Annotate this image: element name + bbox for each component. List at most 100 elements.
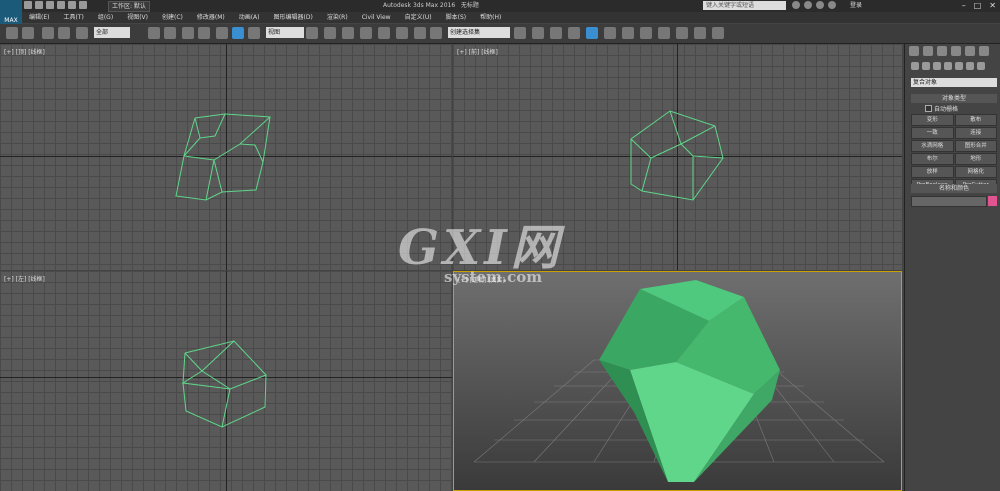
snap-toggle-icon[interactable] [360, 27, 372, 39]
new-file-icon[interactable] [24, 1, 32, 9]
menu-create[interactable]: 创建(C) [155, 12, 190, 23]
category-dropdown[interactable]: 复合对象 [911, 78, 997, 87]
hierarchy-tab-icon[interactable] [937, 46, 947, 56]
scale-icon[interactable] [248, 27, 260, 39]
create-tab-icon[interactable] [909, 46, 919, 56]
viewport-top[interactable]: [+] [顶] [线框] [0, 44, 452, 270]
bind-spacewarp-icon[interactable] [76, 27, 88, 39]
communication-icon[interactable] [816, 1, 824, 9]
link-icon[interactable] [42, 27, 54, 39]
subscription-icon[interactable] [804, 1, 812, 9]
spinner-snap-icon[interactable] [414, 27, 426, 39]
mirror-icon[interactable] [514, 27, 526, 39]
conform-button[interactable]: 一致 [911, 127, 954, 139]
render-production-icon[interactable] [694, 27, 706, 39]
scene-explorer-icon[interactable] [586, 27, 598, 39]
geometry-icon[interactable] [911, 62, 919, 70]
undo-arrow-icon[interactable] [6, 27, 18, 39]
edit-named-selection-icon[interactable] [430, 27, 442, 39]
object-color-swatch[interactable] [988, 196, 997, 206]
curve-editor-icon[interactable] [604, 27, 616, 39]
workspace-dropdown[interactable]: 工作区: 默认 [108, 1, 150, 12]
lights-icon[interactable] [933, 62, 941, 70]
cameras-icon[interactable] [944, 62, 952, 70]
rendered-frame-window-icon[interactable] [676, 27, 688, 39]
maximize-icon[interactable]: □ [974, 1, 982, 10]
minimize-icon[interactable]: – [962, 1, 966, 10]
name-color-rollout[interactable]: 名称和颜色 [911, 184, 997, 193]
object-type-rollout[interactable]: 对象类型 [911, 94, 997, 103]
terrain-button[interactable]: 地形 [954, 153, 997, 165]
align-icon[interactable] [532, 27, 544, 39]
favorites-icon[interactable] [828, 1, 836, 9]
open-file-icon[interactable] [35, 1, 43, 9]
viewport-left[interactable]: [+] [左] [线框] [0, 271, 452, 491]
undo-icon[interactable] [57, 1, 65, 9]
systems-icon[interactable] [977, 62, 985, 70]
mesher-button[interactable]: 网格化 [954, 166, 997, 178]
wireframe-object-top [175, 113, 271, 201]
display-tab-icon[interactable] [965, 46, 975, 56]
search-input[interactable]: 键入关键字或短语 [703, 1, 786, 10]
motion-tab-icon[interactable] [951, 46, 961, 56]
redo-icon[interactable] [68, 1, 76, 9]
rotate-icon[interactable] [232, 27, 244, 39]
layer-manager-icon[interactable] [550, 27, 562, 39]
morph-button[interactable]: 变形 [911, 114, 954, 126]
blobmesh-button[interactable]: 水滴网格 [911, 140, 954, 152]
menu-graph-editors[interactable]: 图形编辑器(D) [267, 12, 320, 23]
menu-tools[interactable]: 工具(T) [56, 12, 90, 23]
selection-filter-dropdown[interactable]: 全部 [94, 27, 130, 38]
utilities-tab-icon[interactable] [979, 46, 989, 56]
menu-civil-view[interactable]: Civil View [355, 12, 398, 23]
menu-views[interactable]: 视图(V) [120, 12, 155, 23]
menu-animation[interactable]: 动画(A) [232, 12, 267, 23]
menu-edit[interactable]: 编辑(E) [22, 12, 56, 23]
viewport-perspective[interactable]: [+] [透视] [真实] [453, 271, 902, 491]
material-editor-icon[interactable] [640, 27, 652, 39]
menu-help[interactable]: 帮助(H) [473, 12, 508, 23]
loft-button[interactable]: 放样 [911, 166, 954, 178]
compound-object-buttons: 变形 散布 一致 连接 水滴网格 图形合并 布尔 地形 放样 网格化 ProBo… [911, 114, 997, 191]
render-setup-icon[interactable] [658, 27, 670, 39]
menu-rendering[interactable]: 渲染(R) [320, 12, 355, 23]
graphite-toggle-icon[interactable] [568, 27, 580, 39]
app-logo[interactable]: MAX [0, 0, 22, 24]
helpers-icon[interactable] [955, 62, 963, 70]
login-button[interactable]: 登录 [850, 1, 862, 10]
shapes-icon[interactable] [922, 62, 930, 70]
connect-button[interactable]: 连接 [954, 127, 997, 139]
modify-tab-icon[interactable] [923, 46, 933, 56]
named-selection-set-dropdown[interactable]: 创建选择集 [448, 27, 510, 38]
unlink-icon[interactable] [58, 27, 70, 39]
selection-region-icon[interactable] [182, 27, 194, 39]
save-file-icon[interactable] [46, 1, 54, 9]
window-crossing-icon[interactable] [198, 27, 210, 39]
select-object-icon[interactable] [148, 27, 160, 39]
close-icon[interactable]: ✕ [989, 1, 996, 10]
spacewarps-icon[interactable] [966, 62, 974, 70]
auto-grid-checkbox[interactable]: 自动栅格 [925, 104, 958, 113]
pivot-center-icon[interactable] [306, 27, 318, 39]
object-name-input[interactable] [911, 196, 987, 207]
select-by-name-icon[interactable] [164, 27, 176, 39]
checkbox-icon[interactable] [925, 105, 932, 112]
menu-scripting[interactable]: 脚本(S) [439, 12, 474, 23]
project-folder-icon[interactable] [79, 1, 87, 9]
move-icon[interactable] [216, 27, 228, 39]
shapemerge-button[interactable]: 图形合并 [954, 140, 997, 152]
scatter-button[interactable]: 散布 [954, 114, 997, 126]
menu-customize[interactable]: 自定义(U) [398, 12, 439, 23]
keyboard-shortcut-icon[interactable] [342, 27, 354, 39]
menu-group[interactable]: 组(G) [91, 12, 120, 23]
reference-coord-dropdown[interactable]: 视图 [266, 27, 304, 38]
search-icon[interactable] [792, 1, 800, 9]
render-iterative-icon[interactable] [712, 27, 724, 39]
menu-modifiers[interactable]: 修改器(M) [190, 12, 232, 23]
redo-arrow-icon[interactable] [22, 27, 34, 39]
angle-snap-icon[interactable] [378, 27, 390, 39]
select-manipulate-icon[interactable] [324, 27, 336, 39]
boolean-button[interactable]: 布尔 [911, 153, 954, 165]
schematic-view-icon[interactable] [622, 27, 634, 39]
percent-snap-icon[interactable] [396, 27, 408, 39]
